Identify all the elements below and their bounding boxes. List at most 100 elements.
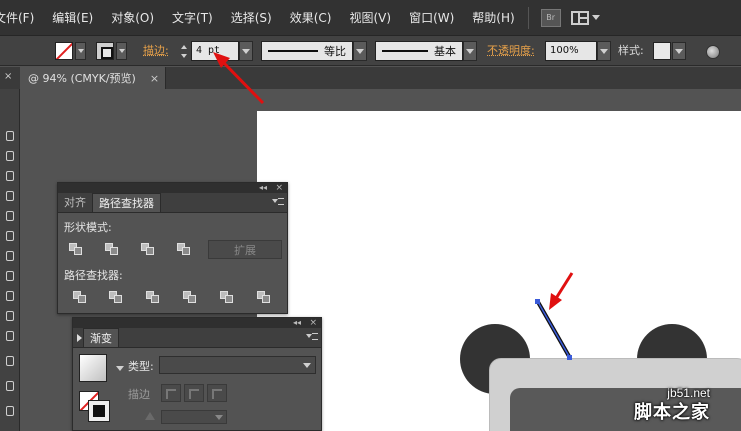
stroke-within-button[interactable] <box>161 384 181 402</box>
tool-icon[interactable] <box>3 269 15 281</box>
tool-icon[interactable] <box>3 354 15 366</box>
fill-stroke-icon[interactable] <box>79 391 111 423</box>
close-icon[interactable]: × <box>309 318 317 328</box>
brush-definition[interactable]: 基本 <box>375 41 463 61</box>
tab-align[interactable]: 对齐 <box>58 193 92 212</box>
dropdown-arrow-icon <box>215 415 223 420</box>
gradient-panel: ◂◂ × 渐变 类型: 描边 <box>72 317 322 431</box>
minus-back-button[interactable] <box>256 290 272 304</box>
close-icon[interactable]: × <box>4 71 12 82</box>
brush-dropdown[interactable] <box>463 41 477 61</box>
tool-icon[interactable] <box>3 249 15 261</box>
angle-select[interactable] <box>161 410 227 424</box>
tool-icon[interactable] <box>3 309 15 321</box>
menu-edit[interactable]: 编辑(E) <box>43 0 102 36</box>
spinner-down-icon[interactable] <box>181 53 187 58</box>
close-icon[interactable]: × <box>150 72 159 85</box>
style-swatch[interactable] <box>653 42 671 60</box>
stroke-swatch-icon[interactable] <box>96 42 114 60</box>
opacity-label[interactable]: 不透明度: <box>487 41 535 61</box>
variable-width-profile[interactable]: 等比 <box>261 41 353 61</box>
stroke-along-button[interactable] <box>184 384 204 402</box>
trim-button[interactable] <box>108 290 124 304</box>
panel-grip[interactable]: ◂◂ × <box>73 318 321 328</box>
collapse-icon[interactable]: ◂◂ <box>259 183 267 193</box>
collapse-icon[interactable]: ◂◂ <box>293 318 301 328</box>
dropdown-arrow-icon <box>600 48 608 54</box>
tool-icon[interactable] <box>3 379 15 391</box>
tool-icon[interactable] <box>3 189 15 201</box>
tool-icon[interactable] <box>3 169 15 181</box>
variable-width-dropdown[interactable] <box>353 41 367 61</box>
fill-dropdown[interactable] <box>75 42 86 60</box>
document-tab[interactable]: @ 94% (CMYK/预览) × <box>20 67 166 89</box>
stroke-weight-input[interactable]: 4 pt <box>191 41 239 61</box>
menu-object[interactable]: 对象(O) <box>102 0 163 36</box>
expand-options-icon[interactable] <box>77 334 82 342</box>
tool-icon[interactable] <box>3 129 15 141</box>
menu-file[interactable]: 文件(F) <box>0 0 43 36</box>
pathfinders-label: 路径查找器: <box>64 269 123 282</box>
menu-bar: 文件(F) 编辑(E) 对象(O) 文字(T) 选择(S) 效果(C) 视图(V… <box>0 0 741 36</box>
gradient-swatch[interactable] <box>79 354 107 382</box>
menu-view[interactable]: 视图(V) <box>340 0 400 36</box>
stroke-weight-spinner[interactable] <box>178 42 190 60</box>
panel-tabs: 对齐 路径查找器 <box>58 193 287 213</box>
dropdown-arrow-icon <box>356 48 364 54</box>
menu-help[interactable]: 帮助(H) <box>463 0 523 36</box>
profile-line <box>268 50 318 52</box>
stroke-label[interactable]: 描边: <box>143 41 169 61</box>
tab-pathfinder[interactable]: 路径查找器 <box>92 193 161 212</box>
menu-separator <box>527 6 529 29</box>
expand-button[interactable]: 扩展 <box>208 240 282 259</box>
exclude-button[interactable] <box>176 242 192 256</box>
minus-front-button[interactable] <box>104 242 120 256</box>
bridge-button[interactable]: Br <box>540 8 561 27</box>
menu-select[interactable]: 选择(S) <box>222 0 281 36</box>
variable-width-label: 等比 <box>324 45 346 58</box>
tool-icon[interactable] <box>3 404 15 416</box>
tool-icon[interactable] <box>3 229 15 241</box>
dropdown-arrow-icon <box>242 48 250 54</box>
stroke-across-button[interactable] <box>207 384 227 402</box>
workspace-layout-button[interactable] <box>570 10 600 25</box>
spinner-up-icon[interactable] <box>181 44 187 49</box>
menu-window[interactable]: 窗口(W) <box>400 0 463 36</box>
dropdown-arrow-icon <box>591 15 600 20</box>
dropdown-arrow-icon <box>118 49 125 53</box>
stroke-weight-dropdown[interactable] <box>239 41 253 61</box>
divide-button[interactable] <box>72 290 88 304</box>
panel-menu-icon[interactable] <box>306 332 318 340</box>
merge-button[interactable] <box>145 290 161 304</box>
shape-modes-label: 形状模式: <box>64 221 112 234</box>
panel-tabs: 渐变 <box>73 328 321 348</box>
unite-button[interactable] <box>68 242 84 256</box>
tab-gradient[interactable]: 渐变 <box>83 328 119 347</box>
opacity-dropdown[interactable] <box>597 41 611 61</box>
gradient-type-select[interactable] <box>159 356 316 374</box>
dropdown-arrow-icon[interactable] <box>116 366 124 371</box>
intersect-button[interactable] <box>140 242 156 256</box>
stroke-swatch-icon[interactable] <box>88 400 110 422</box>
crop-button[interactable] <box>182 290 198 304</box>
stroke-dropdown[interactable] <box>116 42 127 60</box>
tool-icon[interactable] <box>3 149 15 161</box>
menu-effect[interactable]: 效果(C) <box>281 0 341 36</box>
tools-panel <box>0 89 20 431</box>
tool-icon[interactable] <box>3 289 15 301</box>
globe-icon[interactable] <box>706 45 720 59</box>
outline-button[interactable] <box>219 290 235 304</box>
close-icon[interactable]: × <box>275 183 283 193</box>
tool-icon[interactable] <box>3 329 15 341</box>
panel-menu-icon[interactable] <box>272 197 284 205</box>
menu-type[interactable]: 文字(T) <box>163 0 222 36</box>
tool-icon[interactable] <box>3 209 15 221</box>
opacity-input[interactable]: 100% <box>545 41 597 61</box>
angle-icon <box>145 412 155 420</box>
panel-grip[interactable]: ◂◂ × <box>58 183 287 193</box>
style-dropdown[interactable] <box>672 42 686 60</box>
fill-none-icon[interactable] <box>55 42 73 60</box>
gradient-stroke-label: 描边 <box>128 388 150 401</box>
pathfinder-panel: ◂◂ × 对齐 路径查找器 形状模式: 扩展 路径查找器: <box>57 182 288 314</box>
document-tab-bar: @ 94% (CMYK/预览) × <box>20 67 741 89</box>
